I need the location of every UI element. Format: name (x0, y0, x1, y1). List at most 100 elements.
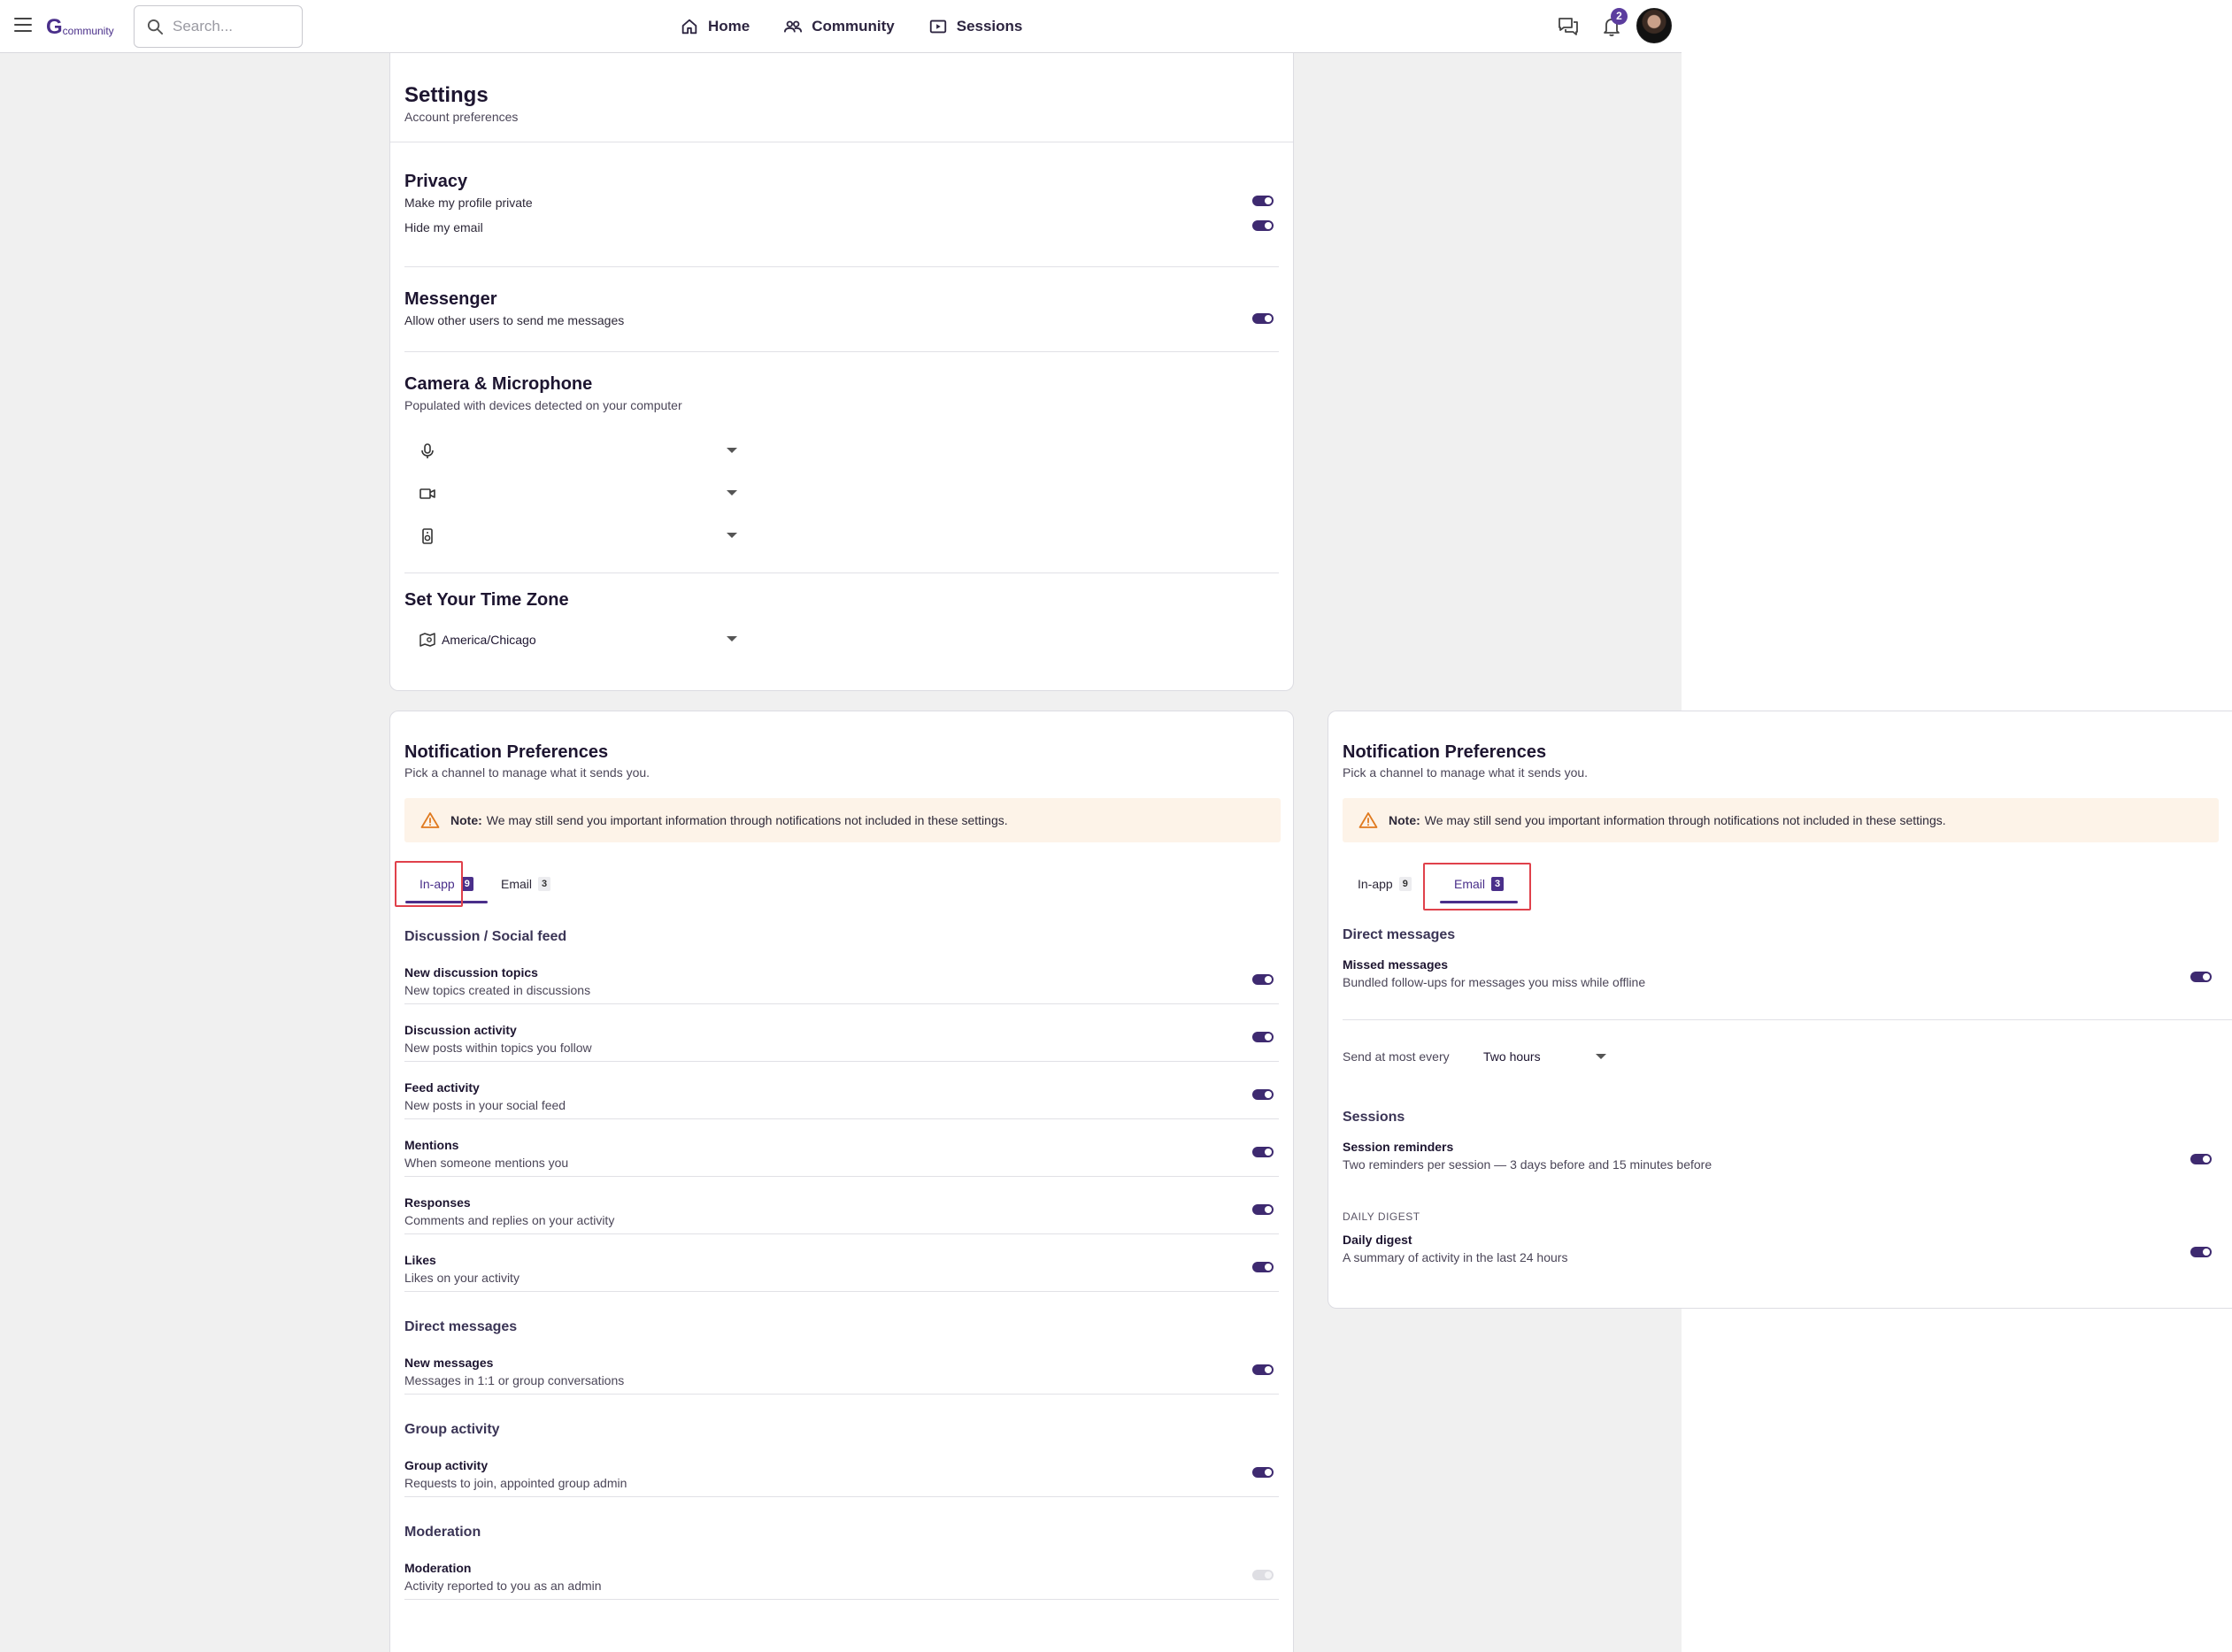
preference-toggle[interactable] (1252, 1147, 1274, 1157)
notification-count-badge: 2 (1611, 8, 1628, 25)
microphone-select[interactable] (404, 435, 744, 467)
preference-toggle[interactable] (1252, 974, 1274, 985)
preference-title: Group activity (404, 1458, 489, 1472)
private-profile-toggle[interactable] (1252, 196, 1274, 206)
chevron-down-icon (727, 533, 737, 538)
warning-icon (1358, 812, 1378, 828)
tab-inapp[interactable]: In-app 9 (405, 864, 488, 903)
chat-icon (1559, 18, 1578, 35)
preference-title: Discussion activity (404, 1023, 517, 1037)
hide-email-label: Hide my email (404, 220, 483, 234)
timezone-value: America/Chicago (442, 633, 536, 647)
chevron-down-icon (1595, 1054, 1606, 1059)
preference-toggle[interactable] (1252, 1204, 1274, 1215)
note-text: We may still send you important informat… (486, 813, 1008, 827)
nav-sessions[interactable]: Sessions (928, 14, 1022, 39)
messenger-toggle[interactable] (1252, 313, 1274, 324)
microphone-icon (421, 443, 434, 458)
logo-text: community (62, 25, 114, 37)
search-icon (147, 19, 164, 35)
preference-title: New messages (404, 1356, 494, 1370)
tab-inapp-count: 9 (460, 877, 473, 891)
divider (404, 1118, 1279, 1119)
sessions-heading: Sessions (1343, 1110, 1405, 1125)
chevron-down-icon (727, 448, 737, 453)
divider (404, 1176, 1279, 1177)
frequency-value: Two hours (1483, 1049, 1541, 1064)
tab-email-label: Email (501, 877, 533, 891)
preference-desc: Activity reported to you as an admin (404, 1579, 602, 1593)
logo-mark: G (46, 15, 63, 39)
preference-toggle[interactable] (1252, 1089, 1274, 1100)
messages-button[interactable] (1556, 14, 1581, 39)
divider (404, 266, 1279, 267)
notifications-button[interactable]: 2 (1599, 8, 1628, 39)
notif-subtitle: Pick a channel to manage what it sends y… (404, 765, 650, 780)
timezone-select[interactable]: America/Chicago (404, 624, 744, 656)
divider (404, 1394, 1279, 1395)
messenger-title: Messenger (404, 289, 497, 309)
group-heading: Moderation (404, 1525, 481, 1540)
daily-digest-toggle[interactable] (2190, 1247, 2212, 1257)
private-profile-label: Make my profile private (404, 196, 533, 210)
session-reminders-toggle[interactable] (2190, 1154, 2212, 1164)
play-icon (929, 19, 946, 34)
speaker-select[interactable] (404, 520, 744, 552)
frequency-select[interactable]: Two hours (1483, 1049, 1606, 1064)
preference-toggle[interactable] (1252, 1262, 1274, 1272)
preference-title: Feed activity (404, 1080, 480, 1095)
tab-inapp[interactable]: In-app 9 (1343, 864, 1426, 903)
tab-email[interactable]: Email 3 (501, 864, 551, 903)
nav-home[interactable]: Home (680, 14, 750, 39)
preference-toggle[interactable] (1252, 1467, 1274, 1478)
tab-email-count: 3 (538, 877, 551, 891)
hide-email-toggle[interactable] (1252, 220, 1274, 231)
preference-title: Moderation (404, 1561, 472, 1575)
preference-desc: Likes on your activity (404, 1271, 520, 1285)
search-box[interactable] (134, 5, 303, 48)
divider (404, 1061, 1279, 1062)
main-nav: Home Community Sessions (680, 14, 1022, 39)
chevron-down-icon (727, 636, 737, 642)
tab-email[interactable]: Email 3 (1440, 864, 1519, 903)
preference-desc: When someone mentions you (404, 1156, 569, 1170)
preference-title: Mentions (404, 1138, 459, 1152)
messenger-label: Allow other users to send me messages (404, 313, 625, 327)
preference-toggle[interactable] (1252, 1570, 1274, 1580)
settings-subtitle: Account preferences (404, 110, 519, 124)
preference-toggle[interactable] (1252, 1364, 1274, 1375)
missed-messages-toggle[interactable] (2190, 972, 2212, 982)
note-banner: Note: We may still send you important in… (404, 798, 1281, 842)
divider (404, 1599, 1279, 1600)
avatar[interactable] (1636, 8, 1672, 43)
preference-title: Likes (404, 1253, 436, 1267)
missed-messages-desc: Bundled follow-ups for messages you miss… (1343, 975, 1646, 989)
timezone-title: Set Your Time Zone (404, 590, 569, 610)
preference-desc: Requests to join, appointed group admin (404, 1476, 627, 1490)
preference-desc: New topics created in discussions (404, 983, 591, 997)
daily-digest-desc: A summary of activity in the last 24 hou… (1343, 1250, 1568, 1264)
camera-icon (419, 488, 435, 499)
preference-toggle[interactable] (1252, 1032, 1274, 1042)
preference-title: Responses (404, 1195, 471, 1210)
notif-subtitle: Pick a channel to manage what it sends y… (1343, 765, 1589, 780)
daily-digest-title: Daily digest (1343, 1233, 1412, 1247)
tab-inapp-label: In-app (1358, 877, 1393, 891)
note-label: Note: (1389, 813, 1420, 827)
top-bar: G community Home Community Sessions 2 (0, 0, 1682, 53)
notification-preferences-inapp-card: Notification Preferences Pick a channel … (389, 711, 1294, 1652)
notification-preferences-email-card: Notification Preferences Pick a channel … (1328, 711, 2232, 1309)
nav-community[interactable]: Community (783, 14, 895, 39)
settings-card: Settings Account preferences Privacy Mak… (389, 53, 1294, 691)
direct-messages-heading: Direct messages (1343, 927, 1456, 942)
speaker-icon (422, 528, 433, 544)
search-input[interactable] (173, 18, 296, 35)
tab-email-label: Email (1454, 877, 1486, 891)
camera-select[interactable] (404, 478, 744, 510)
divider (404, 351, 1279, 352)
tab-inapp-label: In-app (419, 877, 455, 891)
logo[interactable]: G community (46, 15, 114, 39)
privacy-title: Privacy (404, 172, 468, 191)
menu-icon[interactable] (14, 18, 32, 34)
preference-desc: Comments and replies on your activity (404, 1213, 615, 1227)
